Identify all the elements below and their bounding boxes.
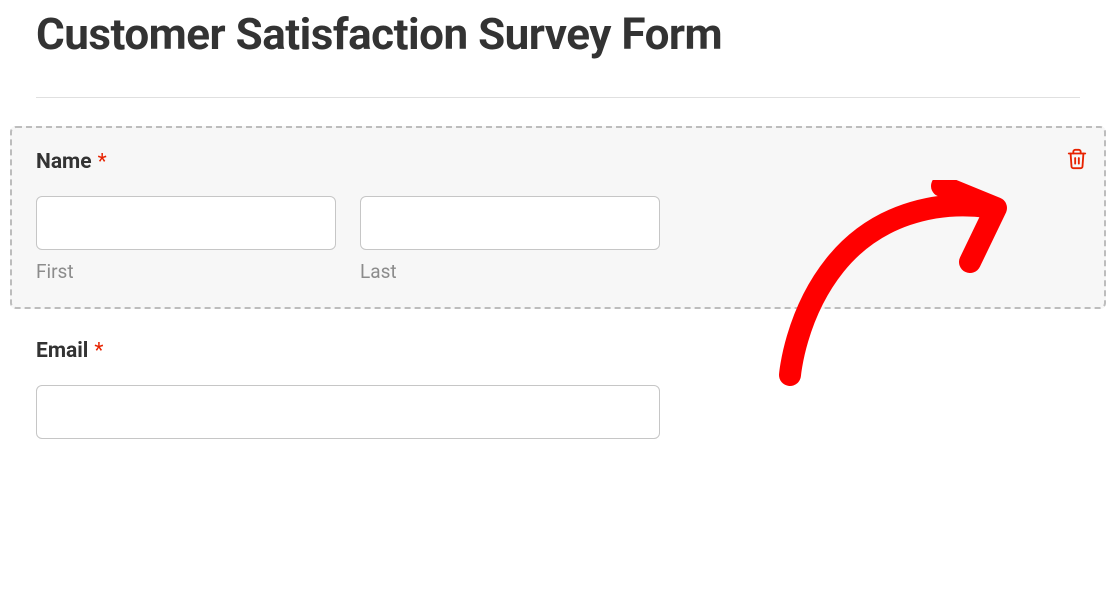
required-marker: * [98, 150, 107, 174]
title-divider [36, 97, 1080, 98]
last-name-sublabel: Last [360, 260, 660, 283]
name-field-container[interactable]: Name* First Last [10, 126, 1106, 309]
email-label: Email [36, 339, 88, 363]
trash-icon [1066, 148, 1088, 170]
page-title: Customer Satisfaction Survey Form [36, 8, 1080, 61]
first-name-col: First [36, 196, 336, 283]
first-name-sublabel: First [36, 260, 336, 283]
delete-field-button[interactable] [1064, 146, 1090, 172]
first-name-input[interactable] [36, 196, 336, 250]
required-marker: * [94, 339, 103, 363]
last-name-input[interactable] [360, 196, 660, 250]
name-label: Name [36, 150, 92, 174]
last-name-col: Last [360, 196, 660, 283]
email-input[interactable] [36, 385, 660, 439]
name-row: First Last [36, 196, 1080, 283]
email-field-container[interactable]: Email* [36, 339, 1080, 439]
